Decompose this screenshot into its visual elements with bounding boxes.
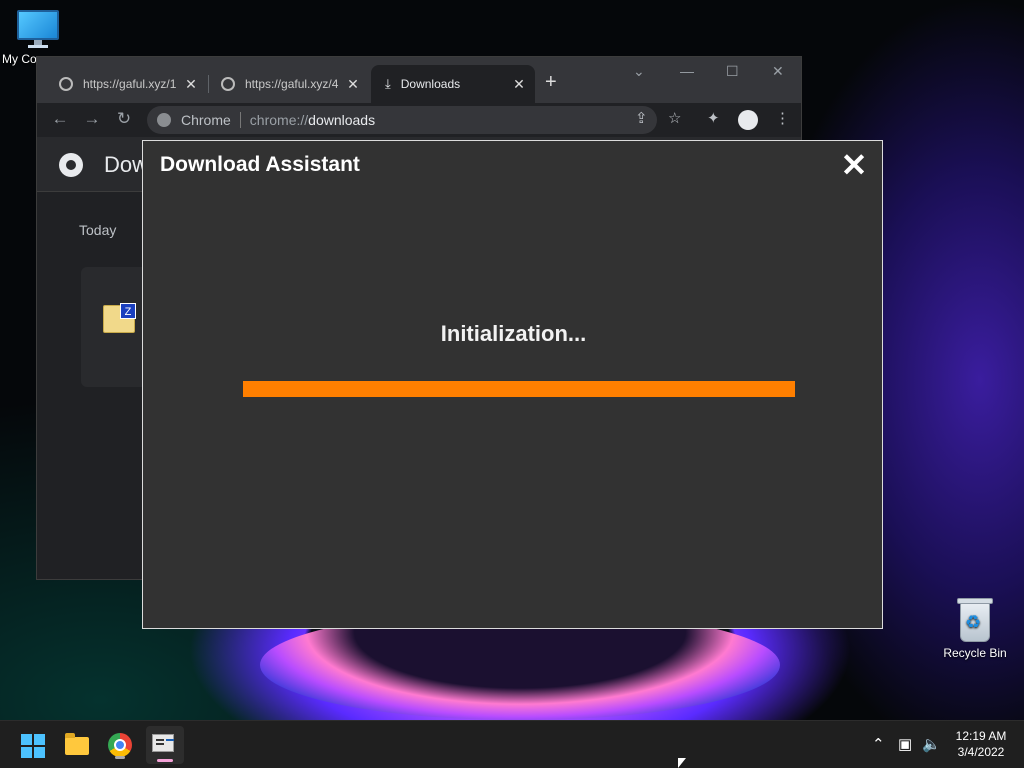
close-button[interactable]: ✕ [837,149,871,181]
app-window-icon [152,734,174,752]
desktop-icon-recycle-bin[interactable]: ♻ Recycle Bin [935,598,1015,660]
tab-gaful-4[interactable]: https://gaful.xyz/4 ✕ [207,65,369,103]
desktop-icon-label: Recycle Bin [943,646,1007,660]
download-icon: ⤓ [385,76,391,91]
chevron-up-icon[interactable]: ⌃ [872,735,885,753]
maximize-button[interactable]: ☐ [726,63,739,80]
globe-icon [59,77,73,91]
active-indicator [157,759,173,762]
address-bar[interactable]: Chrome chrome:// downloads [147,106,657,134]
tab-title: https://gaful.xyz/4 [245,77,339,91]
tab-downloads[interactable]: ⤓ Downloads ✕ [371,65,535,103]
browser-toolbar: ← → ↻ Chrome chrome:// downloads ⇪ ☆ ✦ ⋮ [37,103,801,137]
menu-icon[interactable]: ⋮ [775,109,790,127]
forward-button[interactable]: → [81,109,103,129]
folder-icon [65,733,89,755]
mouse-cursor-icon [678,758,686,768]
chrome-icon [157,113,171,127]
url-path: downloads [308,112,376,128]
share-icon[interactable]: ⇪ [635,109,648,127]
extensions-icon[interactable]: ✦ [707,109,720,127]
clock[interactable]: 12:19 AM 3/4/2022 [946,728,1016,760]
status-text: Initialization... [440,321,587,346]
running-indicator [115,756,125,759]
download-assistant-taskbar-button[interactable] [146,726,184,764]
volume-icon[interactable]: 🔈 [922,735,941,753]
tab-search-icon[interactable]: ⌄ [633,63,645,80]
chrome-icon [108,733,132,757]
progress-bar-fill [243,381,795,397]
chrome-taskbar-button[interactable] [104,729,136,761]
new-tab-button[interactable]: + [545,71,557,94]
dialog-title: Download Assistant [160,153,360,176]
taskbar: ⌃ ▣ 🔈 12:19 AM 3/4/2022 [0,720,1024,768]
globe-icon [221,77,235,91]
omnibox-divider [239,112,241,128]
close-window-button[interactable]: ✕ [772,63,784,80]
tab-strip: https://gaful.xyz/1 ✕ https://gaful.xyz/… [37,57,801,103]
profile-icon[interactable] [738,110,758,130]
monitor-icon [17,10,59,48]
download-assistant-dialog: Download Assistant ✕ Initialization... [142,140,883,629]
tab-close-button[interactable]: ✕ [183,76,199,93]
clock-time: 12:19 AM [955,729,1007,743]
tab-gaful-1[interactable]: https://gaful.xyz/1 ✕ [45,65,207,103]
progress-bar [243,381,795,397]
tab-close-button[interactable]: ✕ [511,76,527,93]
zip-file-icon: Z [103,303,136,333]
site-label: Chrome [181,112,231,128]
back-button[interactable]: ← [49,109,71,129]
tab-title: https://gaful.xyz/1 [83,77,177,91]
tab-close-button[interactable]: ✕ [345,76,361,93]
bookmark-star-icon[interactable]: ☆ [668,109,681,127]
clock-date: 3/4/2022 [957,745,1005,759]
chrome-logo-icon [59,153,83,177]
network-icon[interactable]: ▣ [898,735,912,753]
date-section-label: Today [79,222,117,238]
minimize-button[interactable]: — [680,63,694,79]
recycle-bin-icon: ♻ [957,598,993,642]
tab-title: Downloads [400,77,461,91]
start-button[interactable] [16,729,48,761]
file-explorer-button[interactable] [61,729,93,761]
reload-button[interactable]: ↻ [113,109,135,129]
url-scheme: chrome:// [249,112,309,128]
